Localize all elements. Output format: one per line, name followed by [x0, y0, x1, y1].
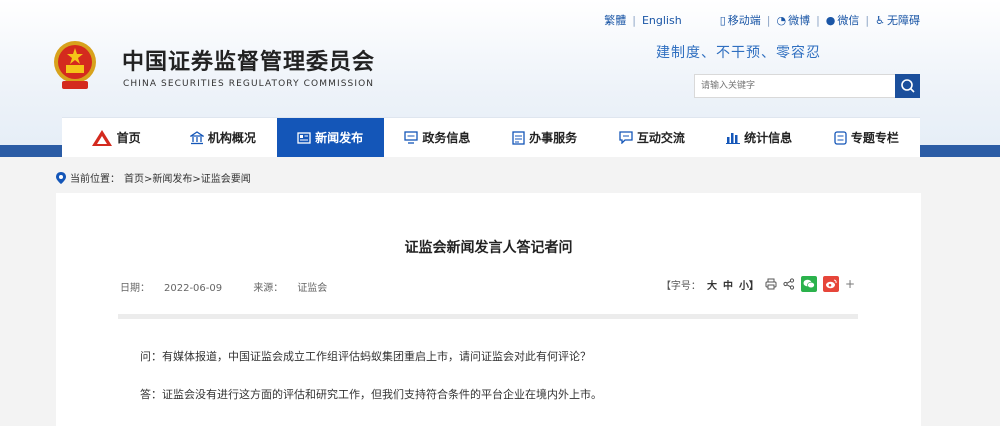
article-source: 证监会 [297, 283, 328, 294]
weibo-share-button[interactable] [822, 276, 839, 292]
more-share-button[interactable]: + [845, 277, 855, 291]
top-link-bar: 繁體 | English ▯ 移动端 | ◔ 微博 | ● 微信 | ♿ 无障碍 [604, 12, 920, 28]
bar-chart-icon [726, 131, 741, 144]
date-label: 日期： [120, 283, 150, 294]
nav-item-label: 政务信息 [422, 131, 471, 145]
search-input[interactable] [694, 74, 895, 98]
nav-item-topics[interactable]: 专题专栏 [813, 118, 920, 157]
nav-item-services[interactable]: 办事服务 [491, 118, 598, 157]
article-question: 问：有媒体报道，中国证监会成立工作组评估蚂蚁集团重启上市，请问证监会对此有何评论… [140, 350, 591, 363]
breadcrumb-path[interactable]: 首页>新闻发布>证监会要闻 [124, 170, 251, 185]
print-icon[interactable] [765, 278, 777, 290]
font-size-large-button[interactable]: 大 [707, 277, 717, 292]
article-title: 证监会新闻发言人答记者问 [404, 240, 573, 256]
location-pin-icon [56, 171, 66, 184]
nav-item-label: 首页 [116, 131, 141, 145]
search-button[interactable] [895, 74, 920, 98]
accessibility-link[interactable]: 无障碍 [887, 12, 920, 28]
separator: | [766, 13, 771, 27]
wechat-icon [803, 279, 815, 289]
search-icon [900, 79, 915, 93]
nav-item-label: 办事服务 [529, 131, 578, 145]
separator: | [816, 13, 820, 27]
national-emblem-logo[interactable] [52, 37, 98, 91]
nav-item-statistics[interactable]: 统计信息 [706, 118, 813, 157]
article-card: 证监会新闻发言人答记者问 日期： 2022-06-09 来源： 证监会 【字号： 大… [56, 193, 921, 426]
site-subtitle: CHINA SECURITIES REGULATORY COMMISSION [123, 79, 375, 89]
nav-item-label: 统计信息 [744, 131, 793, 145]
monitor-icon [404, 131, 419, 144]
news-icon [297, 131, 311, 144]
wechat-share-button[interactable] [800, 276, 817, 292]
weibo-icon [825, 279, 837, 289]
nav-item-label: 机构概况 [207, 131, 256, 145]
font-size-small-button[interactable]: 小】 [739, 277, 759, 292]
wechat-link[interactable]: 微信 [837, 12, 859, 28]
main-navigation: 首页 机构概况 新闻发布 政务信息 办事服务 互动交流 统计信息 专题专栏 [62, 117, 920, 157]
separator: | [865, 13, 870, 27]
nav-item-institution[interactable]: 机构概况 [169, 118, 276, 157]
share-icon[interactable] [783, 278, 795, 290]
article-tools: 【字号： 大 中 小】 + [661, 276, 855, 292]
slogan: 建制度、不干预、零容忍 [656, 45, 821, 61]
home-emblem-icon [91, 129, 113, 147]
search-box [694, 74, 920, 98]
breadcrumb: 当前位置： 首页>新闻发布>证监会要闻 [56, 170, 251, 185]
document-icon [512, 130, 525, 145]
nav-item-news[interactable]: 新闻发布 [276, 118, 384, 157]
weibo-link[interactable]: 微博 [788, 12, 810, 28]
breadcrumb-label: 当前位置： [70, 174, 120, 185]
accessibility-icon: ♿ [875, 13, 885, 27]
traditional-chinese-link[interactable]: 繁體 [604, 12, 626, 28]
separator: | [632, 13, 636, 27]
source-label: 来源： [253, 283, 284, 294]
article-answer: 答：证监会没有进行这方面的评估和研究工作，但我们支持符合条件的平台企业在境内外上… [140, 388, 602, 401]
nav-item-government-info[interactable]: 政务信息 [384, 118, 491, 157]
nav-item-label: 专题专栏 [850, 131, 899, 145]
building-icon [189, 130, 204, 145]
nav-item-home[interactable]: 首页 [62, 118, 169, 157]
nav-item-label: 互动交流 [636, 131, 685, 145]
mobile-icon: ▯ [719, 13, 726, 27]
topic-icon [834, 130, 847, 145]
english-link[interactable]: English [642, 14, 682, 27]
nav-item-label: 新闻发布 [315, 131, 364, 145]
font-size-medium-button[interactable]: 中 [723, 277, 733, 292]
article-meta: 日期： 2022-06-09 来源： 证监会 [120, 279, 355, 294]
nav-item-interaction[interactable]: 互动交流 [598, 118, 705, 157]
mobile-link[interactable]: 移动端 [728, 12, 761, 28]
article-date: 2022-06-09 [164, 283, 223, 294]
font-size-label: 【字号： [660, 280, 701, 292]
chat-icon [619, 131, 633, 144]
weibo-icon: ◔ [776, 13, 787, 27]
site-title[interactable]: 中国证券监督管理委员会 [122, 44, 375, 76]
wechat-icon: ● [825, 13, 836, 27]
article-divider [118, 314, 858, 319]
